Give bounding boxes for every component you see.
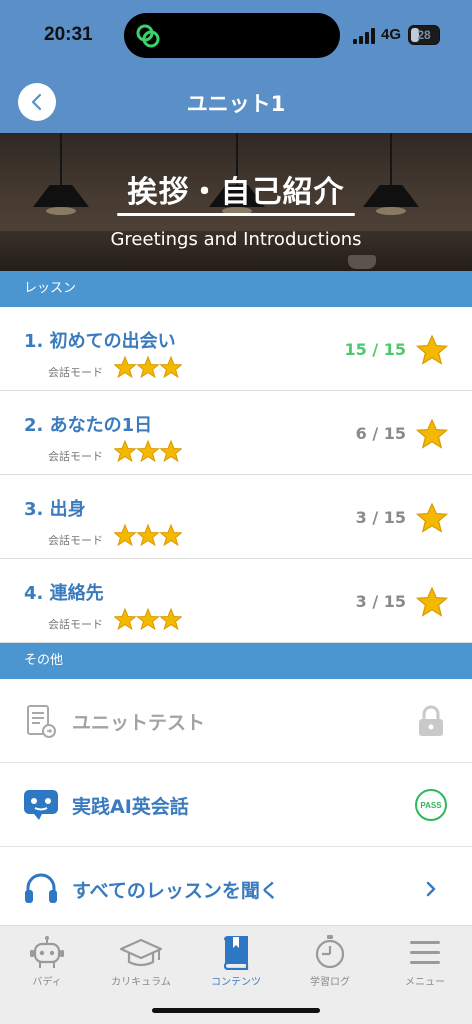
three-stars-icon [114, 607, 182, 631]
lesson-mode: 会話モード [48, 450, 103, 463]
lesson-row[interactable]: 3. 出身 会話モード 3 / 15 [0, 475, 472, 559]
battery-percent: 28 [417, 28, 431, 42]
lesson-title: 1. 初めての出会い [24, 331, 176, 352]
link-icon [136, 24, 160, 48]
buddy-robot-icon [30, 936, 64, 968]
tab-curriculum[interactable]: カリキュラム [94, 934, 188, 994]
lesson-score: 15 / 15 [344, 340, 406, 359]
ai-chat-icon [24, 790, 58, 820]
star-icon [416, 586, 448, 617]
lock-icon [419, 705, 443, 736]
signal-icon [353, 28, 375, 44]
unit-test-item[interactable]: ユニットテスト [0, 679, 472, 763]
title-underline [117, 213, 355, 216]
pass-badge-text: PASS [420, 801, 442, 810]
header: 20:31 4G 28 ユニット1 [0, 0, 472, 133]
lesson-title: 2. あなたの1日 [24, 415, 153, 436]
ai-conversation-item[interactable]: 実践AI英会話 PASS [0, 763, 472, 847]
tab-label: バディ [32, 977, 62, 988]
tab-menu[interactable]: メニュー [378, 934, 472, 994]
lesson-mode: 会話モード [48, 534, 103, 547]
listen-all-label: すべてのレッスンを聞く [72, 880, 279, 902]
headphones-icon [25, 873, 57, 903]
page-title: ユニット1 [186, 92, 286, 116]
document-test-icon [27, 705, 56, 738]
ai-conversation-label: 実践AI英会話 [72, 796, 189, 818]
listen-all-item[interactable]: すべてのレッスンを聞く [0, 847, 472, 931]
unit-test-label: ユニットテスト [72, 712, 206, 734]
lesson-row[interactable]: 1. 初めての出会い 会話モード 15 / 15 [0, 307, 472, 391]
three-stars-icon [114, 355, 182, 379]
dynamic-island [124, 13, 340, 58]
three-stars-icon [114, 439, 182, 463]
menu-icon [410, 941, 440, 964]
pass-badge-icon: PASS [415, 789, 447, 821]
star-icon [416, 334, 448, 365]
network-type: 4G [381, 26, 402, 43]
book-icon [223, 936, 249, 970]
lesson-title: 3. 出身 [24, 499, 86, 520]
pass-badge: PASS [414, 788, 448, 822]
tab-buddy[interactable]: バディ [0, 934, 94, 994]
star-icon [416, 418, 448, 449]
chevron-right-icon [426, 881, 436, 897]
section-header-lessons: レッスン [0, 271, 472, 307]
unit-title: 挨拶・自己紹介 [127, 175, 345, 210]
lesson-mode: 会話モード [48, 618, 103, 631]
lesson-row[interactable]: 2. あなたの1日 会話モード 6 / 15 [0, 391, 472, 475]
tab-study-log[interactable]: 学習ログ [283, 934, 377, 994]
battery-icon: 28 [408, 25, 440, 45]
lesson-title: 4. 連絡先 [24, 583, 104, 604]
section-header-other: その他 [0, 643, 472, 679]
tab-label: コンテンツ [211, 977, 261, 988]
tab-contents[interactable]: コンテンツ [189, 934, 283, 994]
chevron-right-button[interactable] [414, 872, 448, 906]
lesson-mode: 会話モード [48, 366, 103, 379]
lesson-score: 3 / 15 [355, 592, 406, 611]
tab-label: 学習ログ [310, 977, 350, 988]
lock-indicator [414, 704, 448, 738]
stopwatch-icon [315, 935, 345, 969]
lesson-score: 6 / 15 [355, 424, 406, 443]
status-bar: 20:31 4G 28 [0, 0, 472, 72]
tab-label: メニュー [405, 977, 445, 988]
tab-label: カリキュラム [111, 977, 171, 988]
star-icon [416, 502, 448, 533]
home-indicator [152, 1008, 320, 1013]
graduation-cap-icon [119, 938, 163, 967]
lesson-row[interactable]: 4. 連絡先 会話モード 3 / 15 [0, 559, 472, 643]
lesson-score: 3 / 15 [355, 508, 406, 527]
three-stars-icon [114, 523, 182, 547]
status-time: 20:31 [44, 24, 93, 45]
unit-subtitle: Greetings and Introductions [110, 229, 362, 250]
unit-banner: 挨拶・自己紹介 Greetings and Introductions [0, 133, 472, 271]
